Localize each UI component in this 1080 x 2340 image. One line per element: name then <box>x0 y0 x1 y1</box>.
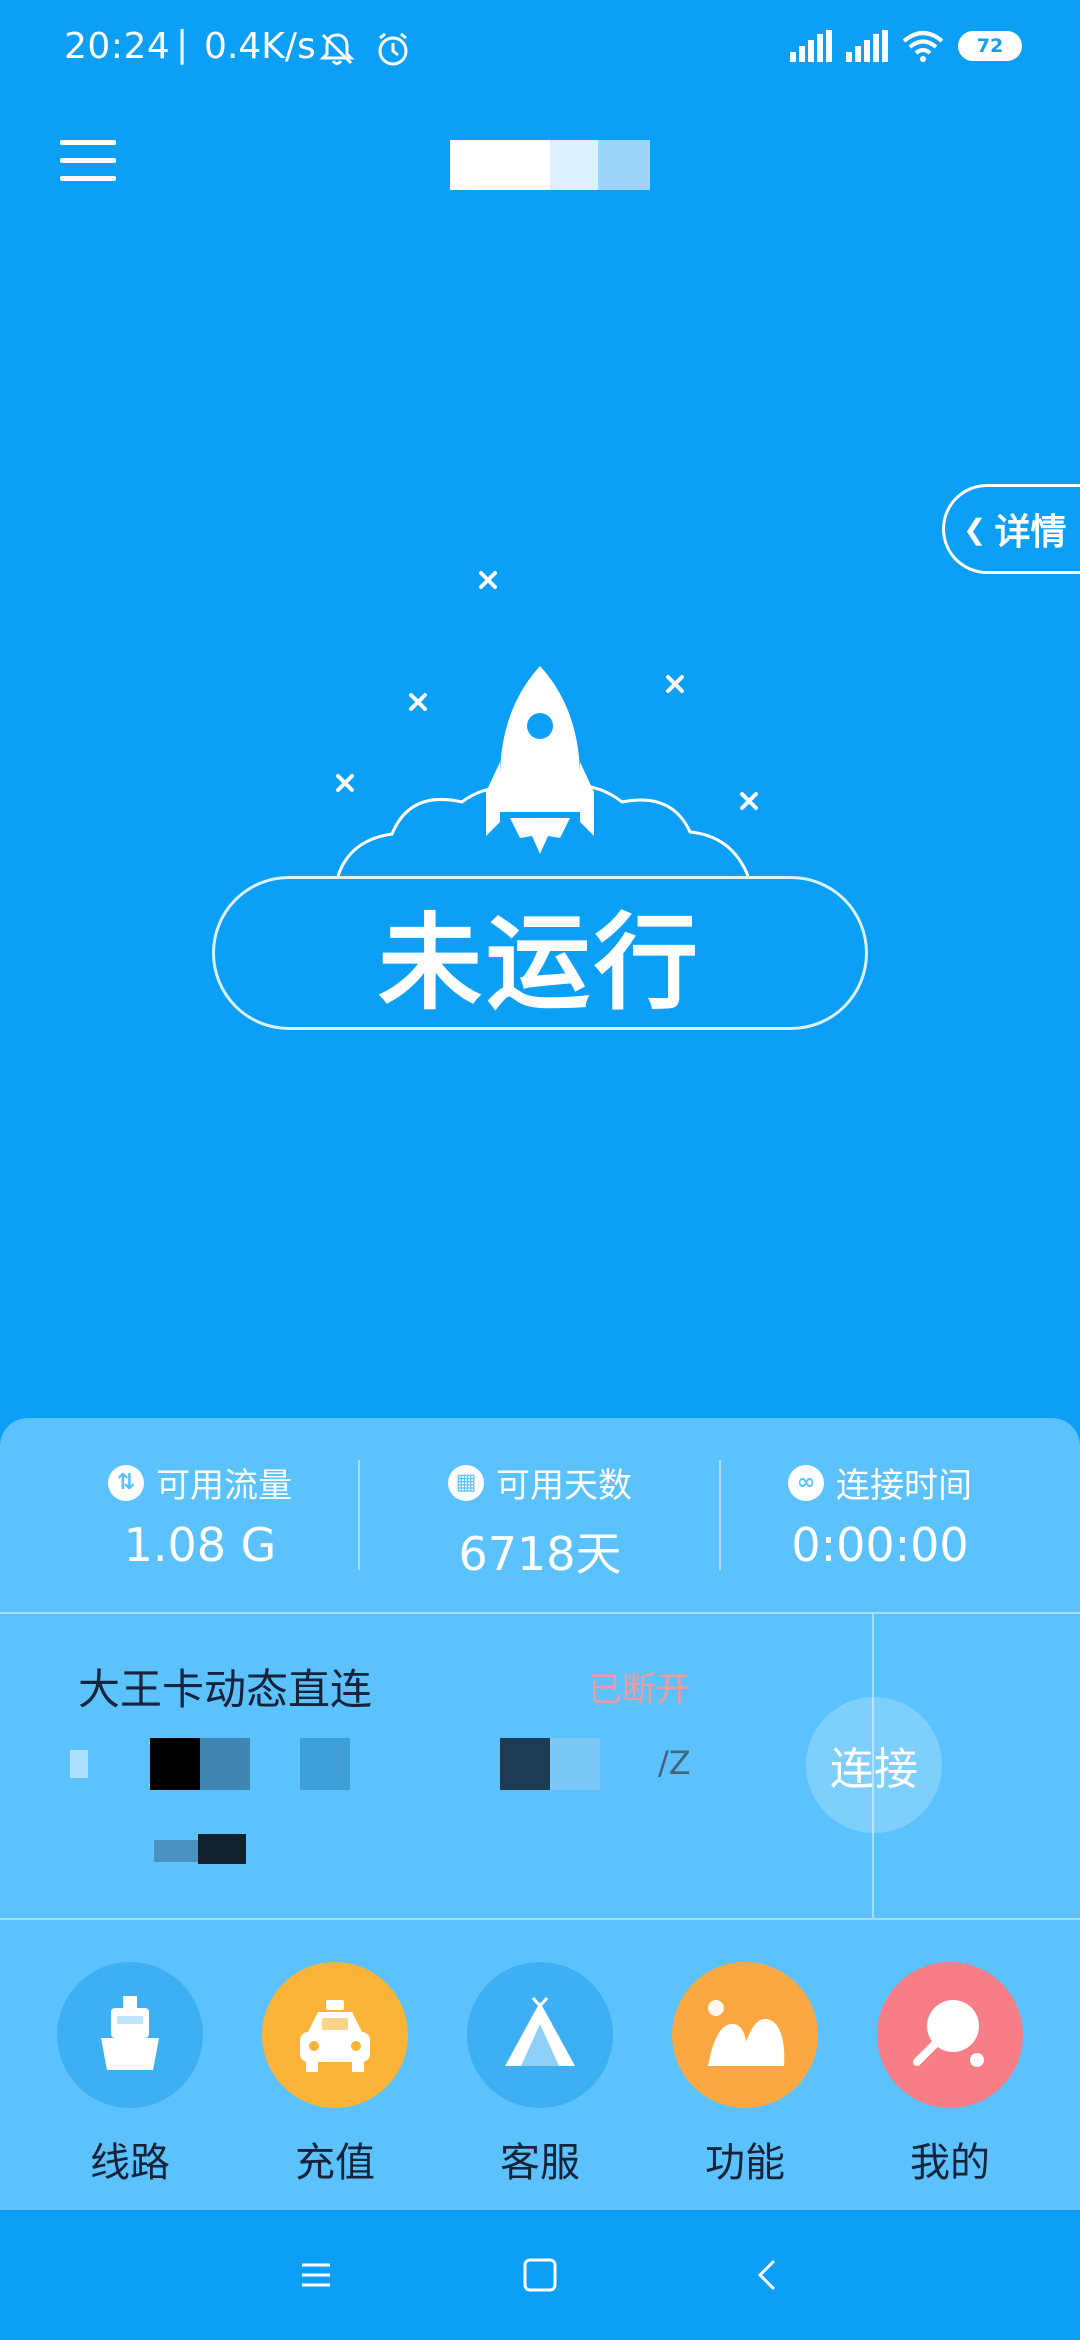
signal-icon <box>846 30 888 62</box>
alarm-icon <box>378 32 408 66</box>
status-net-speed: 0.4K/s <box>204 26 316 67</box>
line-account-redacted <box>154 1834 254 1868</box>
hamburger-menu-icon[interactable] <box>60 140 116 182</box>
system-navigation-bar <box>0 2210 1080 2340</box>
nav-label: 客服 <box>500 2140 580 2186</box>
ping-pong-icon <box>877 1962 1023 2108</box>
nav-item-routes[interactable]: 线路 <box>55 1962 205 2186</box>
nav-item-features[interactable]: 功能 <box>670 1962 820 2186</box>
rocket-icon <box>486 666 594 854</box>
run-status-text: 未运行 <box>212 876 868 1030</box>
stat-connect-time: ∞ 连接时间 0:00:00 <box>700 1418 1060 1608</box>
back-icon[interactable] <box>748 2255 788 2295</box>
line-status: 已断开 <box>588 1670 690 1710</box>
stat-traffic: ⇅ 可用流量 1.08 G <box>20 1418 380 1608</box>
taxi-icon <box>262 1962 408 2108</box>
stat-value: 6718天 <box>458 1527 622 1581</box>
home-icon[interactable] <box>520 2255 560 2295</box>
stat-value: 1.08 G <box>123 1518 277 1572</box>
link-icon: ∞ <box>788 1464 824 1501</box>
mountain-icon <box>672 1962 818 2108</box>
mute-icon <box>319 33 355 65</box>
stat-label: 连接时间 <box>836 1466 972 1506</box>
app-title-redacted <box>450 140 650 190</box>
stat-days: ▦ 可用天数 6718天 <box>360 1418 720 1608</box>
stat-value: 0:00:00 <box>791 1518 969 1572</box>
signal-icon <box>790 30 832 62</box>
line-name: 大王卡动态直连 <box>78 1665 373 1714</box>
status-icons: 72 <box>790 30 1022 62</box>
wifi-icon <box>902 31 944 62</box>
nav-label: 线路 <box>90 2140 170 2186</box>
line-info-redacted: /Z <box>70 1738 710 1790</box>
nav-item-support[interactable]: 客服 <box>465 1962 615 2186</box>
recent-apps-icon[interactable] <box>296 2255 336 2295</box>
calendar-icon: ▦ <box>448 1464 484 1501</box>
nav-item-recharge[interactable]: 充值 <box>260 1962 410 2186</box>
status-time: 20:24 <box>64 26 171 67</box>
nav-label: 我的 <box>910 2140 990 2186</box>
status-bar: 20:24 | 0.4K/s 72 <box>0 0 1080 105</box>
line-info-suffix: /Z <box>658 1744 691 1782</box>
tent-icon <box>467 1962 613 2108</box>
stat-label: 可用天数 <box>496 1466 632 1506</box>
nav-label: 功能 <box>705 2140 785 2186</box>
traffic-icon: ⇅ <box>108 1464 144 1501</box>
stat-label: 可用流量 <box>156 1466 292 1506</box>
nav-label: 充值 <box>295 2140 375 2186</box>
ship-icon <box>57 1962 203 2108</box>
status-separator: | <box>176 24 189 65</box>
nav-item-profile[interactable]: 我的 <box>875 1962 1025 2186</box>
connect-button[interactable]: 连接 <box>806 1697 942 1833</box>
battery-icon: 72 <box>958 31 1022 61</box>
